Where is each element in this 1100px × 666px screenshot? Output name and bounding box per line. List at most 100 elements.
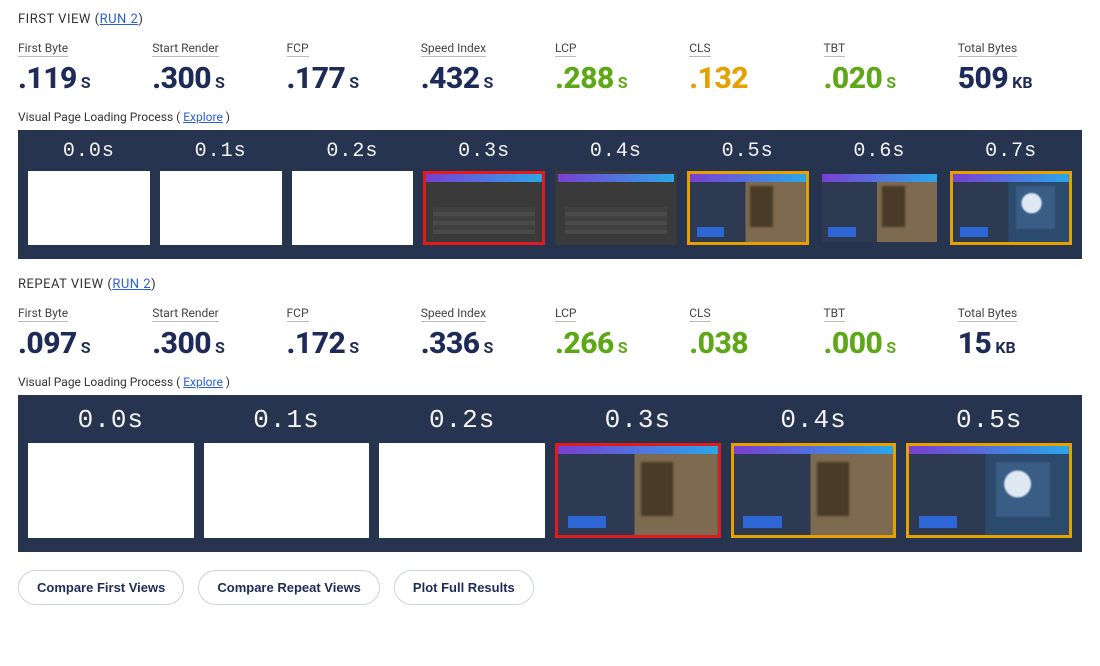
metric-value: .172 [287, 326, 346, 361]
explore-link[interactable]: Explore [183, 375, 223, 389]
filmstrip-frame[interactable]: 0.5s [687, 140, 809, 245]
metric-total-bytes: Total Bytes509KB [958, 37, 1082, 96]
metric-label: TBT [824, 306, 846, 322]
frame-time: 0.4s [780, 405, 846, 435]
metric-unit: KB [1012, 73, 1032, 92]
frame-time: 0.7s [985, 140, 1037, 163]
frame-thumbnail[interactable] [204, 443, 370, 538]
view-title: FIRST VIEW (RUN 2) [18, 12, 1082, 27]
metric-value: .177 [287, 61, 346, 96]
metric-unit: S [618, 73, 628, 92]
frame-time: 0.2s [429, 405, 495, 435]
frame-thumbnail[interactable] [950, 171, 1072, 245]
visual-loading-label: Visual Page Loading Process ( Explore ) [18, 110, 1082, 124]
metric-unit: S [886, 73, 896, 92]
frame-time: 0.1s [253, 405, 319, 435]
view-title: REPEAT VIEW (RUN 2) [18, 277, 1082, 292]
metric-value: 15 [958, 326, 992, 361]
metric-unit: S [215, 73, 225, 92]
frame-time: 0.2s [326, 140, 378, 163]
visual-loading-label: Visual Page Loading Process ( Explore ) [18, 375, 1082, 389]
filmstrip-frame[interactable]: 0.0s [28, 140, 150, 245]
filmstrip-frame[interactable]: 0.6s [819, 140, 941, 245]
filmstrip-frame[interactable]: 0.3s [555, 405, 721, 538]
frame-thumbnail[interactable] [687, 171, 809, 245]
metric-label: Speed Index [421, 306, 486, 322]
metric-value: .000 [824, 326, 883, 361]
metric-value: .266 [555, 326, 614, 361]
frame-thumbnail[interactable] [28, 171, 150, 245]
metric-value: 509 [958, 61, 1008, 96]
frame-thumbnail[interactable] [423, 171, 545, 245]
metric-unit: S [618, 338, 628, 357]
filmstrip-frame[interactable]: 0.0s [28, 405, 194, 538]
filmstrip-frame[interactable]: 0.7s [950, 140, 1072, 245]
vplp-text: Visual Page Loading Process [18, 375, 173, 389]
metric-start-render: Start Render.300S [152, 37, 276, 96]
metric-label: LCP [555, 306, 576, 322]
run-link[interactable]: RUN 2 [112, 277, 151, 292]
metric-value: .300 [152, 61, 211, 96]
plot-full-button[interactable]: Plot Full Results [394, 570, 534, 605]
first-view-section: FIRST VIEW (RUN 2)First Byte.119SStart R… [18, 12, 1082, 259]
frame-thumbnail[interactable] [28, 443, 194, 538]
metric-cls: CLS.132 [689, 37, 813, 96]
filmstrip-frame[interactable]: 0.4s [731, 405, 897, 538]
metric-label: LCP [555, 41, 576, 57]
metric-unit: S [81, 73, 91, 92]
metric-lcp: LCP .288S [555, 37, 679, 96]
metric-label: Total Bytes [958, 306, 1017, 322]
metric-speed-index: Speed Index .336S [421, 302, 545, 361]
metric-unit: S [484, 338, 494, 357]
filmstrip-frame[interactable]: 0.1s [204, 405, 370, 538]
filmstrip: 0.0s 0.1s 0.2s 0.3s 0.4s 0.5s 0.6s 0.7s [18, 130, 1082, 259]
frame-thumbnail[interactable] [160, 171, 282, 245]
metrics-row: First Byte.097SStart Render.300S FCP .172 S… [18, 302, 1082, 361]
frame-time: 0.5s [722, 140, 774, 163]
vplp-text: Visual Page Loading Process [18, 110, 173, 124]
frame-thumbnail[interactable] [731, 443, 897, 538]
frame-thumbnail[interactable] [379, 443, 545, 538]
filmstrip: 0.0s 0.1s 0.2s 0.3s 0.4s 0.5s [18, 395, 1082, 552]
metric-value: .020 [824, 61, 883, 96]
metric-speed-index: Speed Index.432S [421, 37, 545, 96]
metrics-row: First Byte.119SStart Render.300SFCP.177S… [18, 37, 1082, 96]
frame-thumbnail[interactable] [292, 171, 414, 245]
metric-label: FCP [287, 41, 309, 57]
metric-first-byte: First Byte .119S [18, 37, 142, 96]
compare-repeat-button[interactable]: Compare Repeat Views [198, 570, 380, 605]
filmstrip-frame[interactable]: 0.4s [555, 140, 677, 245]
filmstrip-frame[interactable]: 0.3s [423, 140, 545, 245]
frame-time: 0.6s [853, 140, 905, 163]
metric-first-byte: First Byte.097S [18, 302, 142, 361]
filmstrip-frame[interactable]: 0.1s [160, 140, 282, 245]
filmstrip-frame[interactable]: 0.2s [379, 405, 545, 538]
frame-thumbnail[interactable] [819, 171, 941, 245]
explore-link[interactable]: Explore [183, 110, 223, 124]
metric-value: .300 [152, 326, 211, 361]
frame-time: 0.3s [458, 140, 510, 163]
frame-time: 0.4s [590, 140, 642, 163]
metric-unit: S [349, 73, 359, 92]
filmstrip-frame[interactable]: 0.5s [906, 405, 1072, 538]
frame-time: 0.0s [63, 140, 115, 163]
metric-start-render: Start Render.300S [152, 302, 276, 361]
metric-value: .119 [18, 61, 77, 96]
compare-first-button[interactable]: Compare First Views [18, 570, 184, 605]
metric-total-bytes: Total Bytes15KB [958, 302, 1082, 361]
filmstrip-frame[interactable]: 0.2s [292, 140, 414, 245]
metric-value: .336 [421, 326, 480, 361]
metric-label: First Byte [18, 41, 68, 57]
frame-time: 0.1s [195, 140, 247, 163]
frame-thumbnail[interactable] [555, 171, 677, 245]
metric-value: .288 [555, 61, 614, 96]
metric-label: FCP [287, 306, 309, 322]
metric-unit: S [81, 338, 91, 357]
metric-fcp: FCP.172S [287, 302, 411, 361]
frame-thumbnail[interactable] [906, 443, 1072, 538]
frame-thumbnail[interactable] [555, 443, 721, 538]
frame-time: 0.0s [78, 405, 144, 435]
run-link[interactable]: RUN 2 [100, 12, 139, 27]
metric-value: .038 [689, 326, 748, 361]
metric-value: .132 [689, 61, 748, 96]
